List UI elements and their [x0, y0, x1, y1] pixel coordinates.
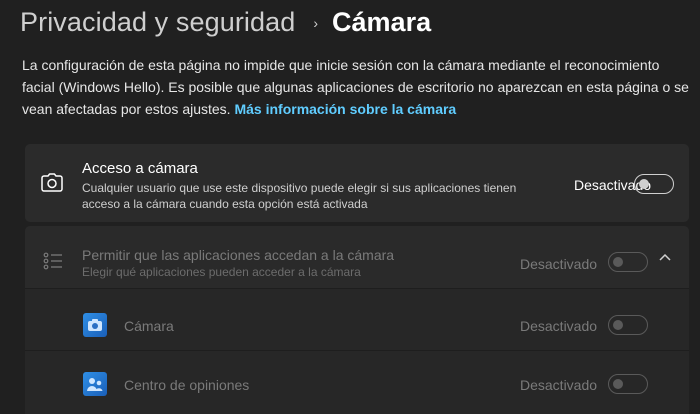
list-icon: [43, 252, 62, 270]
toggle-knob: [613, 257, 623, 267]
feedback-hub-toggle[interactable]: [608, 374, 648, 394]
toggle-knob: [613, 320, 623, 330]
camera-access-description: Cualquier usuario que use este dispositi…: [82, 181, 517, 211]
page-title: Cámara: [332, 6, 432, 37]
row-divider: [25, 288, 689, 289]
breadcrumb-separator: ›: [313, 15, 319, 31]
toggle-knob: [639, 179, 649, 189]
app-access-group: Permitir que las aplicaciones accedan a …: [25, 226, 689, 414]
app-access-description: Elegir qué aplicaciones pueden acceder a…: [82, 265, 361, 279]
camera-app-toggle[interactable]: [608, 315, 648, 335]
app-status: Desactivado: [520, 318, 598, 334]
app-status: Desactivado: [520, 377, 598, 393]
toggle-knob: [613, 379, 623, 389]
app-access-toggle[interactable]: [608, 252, 648, 272]
feedback-hub-icon: [83, 372, 107, 396]
camera-settings-page: Privacidad y seguridad › Cámara La confi…: [0, 0, 700, 414]
app-access-status: Desactivado: [520, 256, 598, 272]
app-name: Centro de opiniones: [124, 377, 250, 393]
camera-access-card: Acceso a cámara Cualquier usuario que us…: [25, 144, 689, 222]
page-description: La configuración de esta página no impid…: [22, 54, 692, 120]
camera-icon: [41, 173, 63, 192]
app-name: Cámara: [124, 318, 174, 334]
app-access-title: Permitir que las aplicaciones accedan a …: [82, 247, 395, 263]
app-access-row[interactable]: Permitir que las aplicaciones accedan a …: [25, 226, 689, 288]
breadcrumb-parent[interactable]: Privacidad y seguridad: [20, 7, 295, 38]
row-divider: [25, 350, 689, 351]
chevron-up-icon[interactable]: [659, 253, 671, 261]
camera-access-title: Acceso a cámara: [82, 160, 198, 177]
camera-app-icon: [83, 313, 107, 337]
breadcrumb: Privacidad y seguridad › Cámara: [20, 4, 431, 40]
learn-more-link[interactable]: Más información sobre la cámara: [234, 101, 456, 117]
camera-access-toggle[interactable]: [634, 174, 674, 194]
